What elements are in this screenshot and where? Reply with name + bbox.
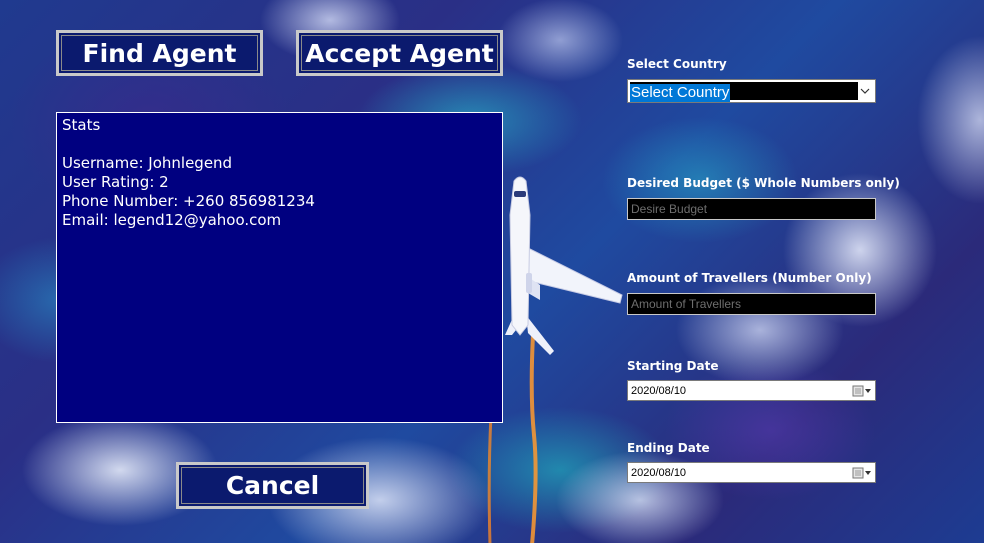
country-select[interactable]: Select Country <box>627 79 876 103</box>
budget-placeholder: Desire Budget <box>631 202 708 216</box>
travellers-label: Amount of Travellers (Number Only) <box>627 271 872 285</box>
travellers-input[interactable]: Amount of Travellers <box>627 293 876 315</box>
stats-email: Email: legend12@yahoo.com <box>62 211 282 229</box>
end-date-picker[interactable]: 2020/08/10 <box>627 462 876 483</box>
stats-heading: Stats <box>62 116 101 134</box>
country-label: Select Country <box>627 57 727 71</box>
chevron-down-icon[interactable] <box>858 83 872 99</box>
calendar-icon[interactable] <box>852 466 872 480</box>
start-date-label: Starting Date <box>627 359 719 373</box>
country-select-value: Select Country <box>630 82 858 102</box>
stats-blank-line <box>62 135 497 154</box>
start-date-picker[interactable]: 2020/08/10 <box>627 380 876 401</box>
end-date-label: Ending Date <box>627 441 710 455</box>
travellers-placeholder: Amount of Travellers <box>631 297 742 311</box>
budget-label: Desired Budget ($ Whole Numbers only) <box>627 176 900 190</box>
end-date-value: 2020/08/10 <box>631 466 687 479</box>
stats-user-rating: User Rating: 2 <box>62 173 169 191</box>
budget-input[interactable]: Desire Budget <box>627 198 876 220</box>
country-selected-text: Select Country <box>630 84 731 102</box>
stats-phone-number: Phone Number: +260 856981234 <box>62 192 315 210</box>
cancel-button[interactable]: Cancel <box>176 462 369 509</box>
accept-agent-button[interactable]: Accept Agent <box>296 30 503 76</box>
calendar-icon[interactable] <box>852 384 872 398</box>
find-agent-button[interactable]: Find Agent <box>56 30 263 76</box>
start-date-value: 2020/08/10 <box>631 384 687 397</box>
agent-stats-panel: Stats Username: Johnlegend User Rating: … <box>56 112 503 423</box>
stats-username: Username: Johnlegend <box>62 154 233 172</box>
